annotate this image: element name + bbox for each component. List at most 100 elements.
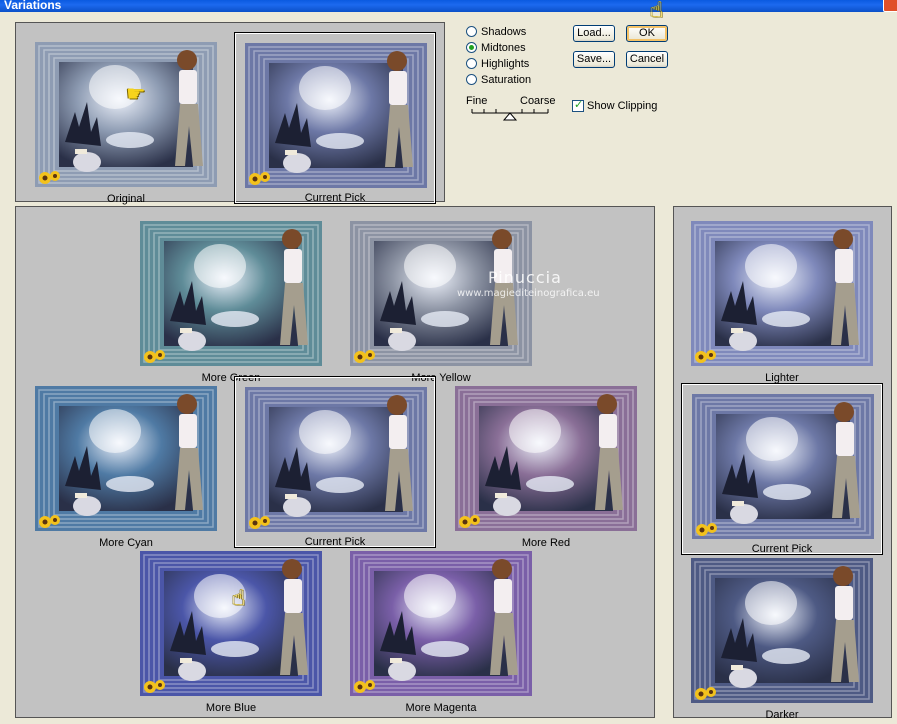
child-shirt (284, 249, 302, 283)
checkbox-box[interactable] (572, 98, 584, 112)
sunflower-center (147, 354, 153, 360)
sunflower-center (147, 684, 153, 690)
brightness-panel: Lighter Current Pick Darker (673, 206, 892, 721)
sunflower-center (368, 683, 372, 687)
sunflower-center (158, 353, 162, 357)
preview-image (691, 558, 873, 703)
sunflower-center (357, 354, 363, 360)
fine-coarse-slider[interactable]: Fine Coarse (466, 95, 555, 125)
swan (211, 641, 259, 657)
moon (745, 581, 797, 625)
child-head (177, 50, 197, 70)
preview-image (140, 221, 322, 366)
radio-saturation[interactable]: Saturation (466, 72, 531, 87)
radio-shadows[interactable]: Shadows (466, 24, 526, 39)
swan (211, 311, 259, 327)
close-icon[interactable] (883, 0, 897, 12)
window-title: Variations (4, 0, 62, 12)
pointing-hand-icon: ☛ (126, 82, 146, 107)
bulldog (178, 331, 206, 351)
lighter-thumbnail[interactable]: Lighter (681, 211, 883, 384)
moon (194, 244, 246, 288)
child-head (834, 402, 854, 422)
thumbnail-caption: More Magenta (405, 702, 477, 714)
swan (106, 132, 154, 148)
sunflower-center (368, 353, 372, 357)
original-thumbnail: Original (25, 32, 227, 205)
swan (526, 476, 574, 492)
child-shirt (284, 579, 302, 613)
sunflower-center (263, 519, 267, 523)
more-red-thumbnail[interactable]: More Red (445, 376, 647, 549)
original-preview-panel: Original Current Pick (15, 22, 445, 205)
swan (316, 133, 364, 149)
moon (299, 410, 351, 454)
moon (89, 409, 141, 453)
preview-image (350, 551, 532, 696)
cancel-button[interactable]: Cancel (626, 51, 668, 68)
radio-circle[interactable] (466, 42, 477, 53)
preview-image (691, 221, 873, 366)
sunflower-center (252, 520, 258, 526)
thumbnail-caption: More Blue (205, 702, 257, 714)
child-head (597, 394, 617, 414)
child-shirt (179, 70, 197, 104)
slider-track[interactable] (470, 95, 552, 125)
bulldog (283, 153, 311, 173)
radio-circle[interactable] (466, 58, 477, 69)
swan (421, 641, 469, 657)
sunflower-center (473, 518, 477, 522)
child-shirt (835, 249, 853, 283)
bulldog (729, 331, 757, 351)
radio-label: Midtones (481, 41, 526, 54)
preview-image (692, 394, 874, 539)
preview-image (245, 43, 427, 188)
swan (762, 311, 810, 327)
radio-circle[interactable] (466, 74, 477, 85)
preview-image (35, 42, 217, 187)
child-shirt (599, 414, 617, 448)
slider-thumb (502, 112, 518, 121)
more-magenta-thumbnail[interactable]: More Magenta (340, 541, 542, 714)
pointing-hand-icon: ☝ (232, 586, 246, 611)
child-shirt (494, 579, 512, 613)
dog-hat (732, 501, 744, 506)
sunflower-center (357, 684, 363, 690)
radio-midtones[interactable]: Midtones (466, 40, 526, 55)
child-shirt (836, 422, 854, 456)
save-button[interactable]: Save... (573, 51, 615, 68)
dog-hat (180, 328, 192, 333)
child-head (177, 394, 197, 414)
ok-button[interactable]: OK (626, 25, 668, 42)
bulldog (493, 496, 521, 516)
radio-circle[interactable] (466, 26, 477, 37)
sunflower-center (699, 527, 705, 533)
sunflower-center (263, 175, 267, 179)
show-clipping-checkbox[interactable]: Show Clipping (572, 98, 657, 112)
sunflower-center (42, 175, 48, 181)
moon (745, 244, 797, 288)
moon (299, 66, 351, 110)
darker-thumbnail[interactable]: Darker (681, 548, 883, 721)
radio-highlights[interactable]: Highlights (466, 56, 529, 71)
current-pick-thumbnail-top: Current Pick (234, 32, 436, 204)
moon (404, 574, 456, 618)
more-blue-thumbnail[interactable]: More Blue (130, 541, 332, 714)
load-button[interactable]: Load... (573, 25, 615, 42)
dog-hat (731, 328, 743, 333)
bulldog (388, 661, 416, 681)
more-green-thumbnail[interactable]: More Green (130, 211, 332, 384)
bulldog (388, 331, 416, 351)
thumbnail-caption: Darker (765, 709, 799, 721)
swan (106, 476, 154, 492)
dog-hat (75, 493, 87, 498)
dog-hat (495, 493, 507, 498)
sunflower-center (252, 176, 258, 182)
bulldog (729, 668, 757, 688)
moon (509, 409, 561, 453)
child-head (387, 51, 407, 71)
child-shirt (179, 414, 197, 448)
more-cyan-thumbnail[interactable]: More Cyan (25, 376, 227, 549)
bulldog (283, 497, 311, 517)
dog-hat (180, 658, 192, 663)
